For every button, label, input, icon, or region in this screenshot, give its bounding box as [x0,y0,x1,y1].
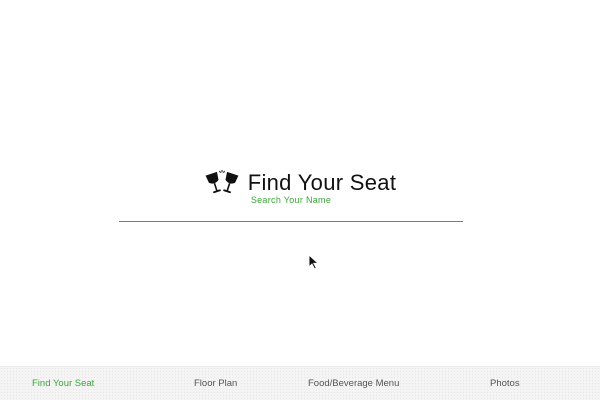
nav-tab-floor-plan[interactable]: Floor Plan [194,367,237,400]
nav-tab-photos[interactable]: Photos [490,367,520,400]
name-search-input[interactable] [119,205,463,222]
bottom-navigation-bar: Find Your Seat Floor Plan Food/Beverage … [0,366,600,400]
name-search-field: Search Your Name [119,193,463,223]
nav-tab-food-beverage-menu[interactable]: Food/Beverage Menu [308,367,399,400]
search-label: Search Your Name [250,195,332,205]
nav-tab-find-your-seat[interactable]: Find Your Seat [32,367,94,400]
mouse-pointer-icon [308,254,320,270]
find-your-seat-page: Find Your Seat Search Your Name Find You… [0,0,600,400]
